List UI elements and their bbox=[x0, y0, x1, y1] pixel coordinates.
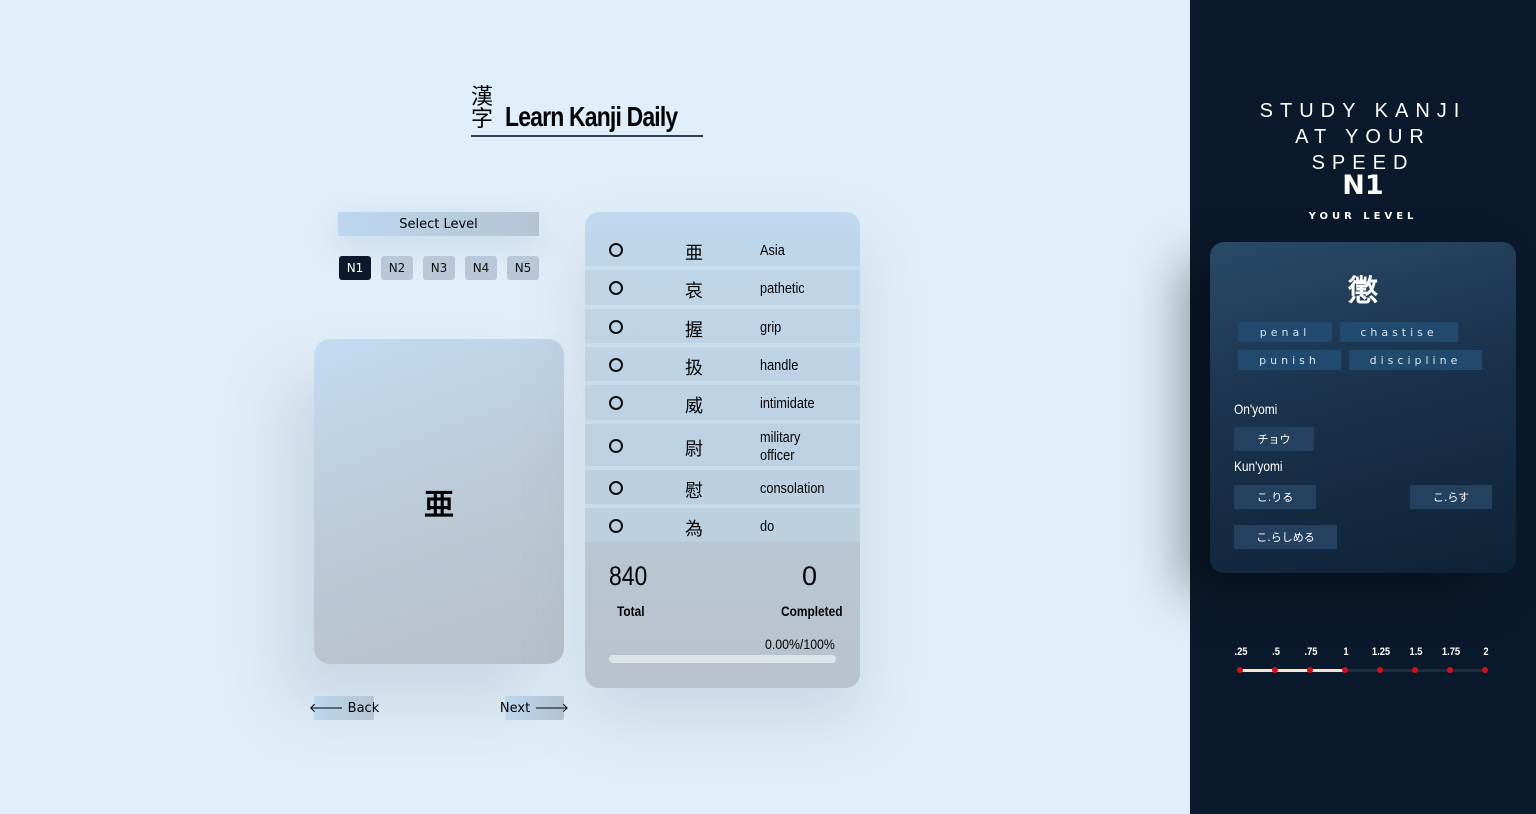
circle-icon[interactable] bbox=[609, 396, 623, 410]
list-item-kanji: 哀 bbox=[685, 281, 703, 302]
list-item[interactable]: 哀 pathetic bbox=[585, 270, 860, 309]
kunyomi-reading: こ.らしめる bbox=[1234, 525, 1337, 549]
level-selector: N1 N2 N3 N4 N5 bbox=[339, 256, 539, 280]
list-item[interactable]: 亜 Asia bbox=[585, 232, 860, 270]
kunyomi-reading: こ.りる bbox=[1234, 485, 1316, 509]
kanji-list-panel: 亜 Asia 哀 pathetic 握 grip 扱 handle 威 inti… bbox=[585, 212, 860, 688]
sidebar: STUDY KANJI AT YOUR SPEED N1 YOUR LEVEL … bbox=[1190, 0, 1536, 814]
list-item-meaning: military officer bbox=[760, 429, 801, 464]
list-item[interactable]: 扱 handle bbox=[585, 347, 860, 385]
next-button-label: Next bbox=[499, 700, 531, 716]
speed-label[interactable]: 1.5 bbox=[1409, 646, 1422, 658]
speed-label[interactable]: 1.25 bbox=[1372, 646, 1390, 658]
list-item-meaning: Asia bbox=[760, 242, 785, 259]
app-header: 漢字 Learn Kanji Daily bbox=[471, 87, 703, 137]
level-button-n4[interactable]: N4 bbox=[465, 256, 497, 280]
list-item[interactable]: 尉 military officer bbox=[585, 424, 860, 470]
list-item-meaning: handle bbox=[760, 357, 799, 374]
list-item-kanji: 扱 bbox=[685, 358, 703, 379]
speed-label[interactable]: .75 bbox=[1304, 646, 1317, 658]
kanji-list: 亜 Asia 哀 pathetic 握 grip 扱 handle 威 inti… bbox=[585, 232, 860, 542]
circle-icon[interactable] bbox=[609, 281, 623, 295]
list-item-meaning: intimidate bbox=[760, 395, 815, 412]
speed-stop-dot[interactable] bbox=[1377, 667, 1383, 673]
circle-icon[interactable] bbox=[609, 519, 623, 533]
detail-kanji: 懲 bbox=[1348, 274, 1378, 309]
back-button[interactable]: 🡐 Back bbox=[309, 696, 379, 720]
speed-label[interactable]: 1.75 bbox=[1442, 646, 1460, 658]
kunyomi-reading: こ.らす bbox=[1410, 485, 1492, 509]
total-label: Total bbox=[617, 603, 645, 619]
kanji-detail-card: 懲 penal chastise punish discipline On'yo… bbox=[1210, 242, 1516, 573]
onyomi-label: On'yomi bbox=[1234, 401, 1278, 417]
meaning-chip: penal bbox=[1238, 322, 1332, 342]
speed-slider-fill bbox=[1240, 669, 1345, 672]
list-item[interactable]: 威 intimidate bbox=[585, 385, 860, 424]
list-item-kanji: 握 bbox=[685, 320, 703, 341]
list-item-kanji: 為 bbox=[685, 519, 703, 540]
speed-stop-dot[interactable] bbox=[1342, 667, 1348, 673]
header-kanji: 漢字 bbox=[471, 85, 494, 132]
arrow-left-icon: 🡐 bbox=[308, 701, 344, 716]
page-title: Learn Kanji Daily bbox=[505, 101, 678, 132]
level-button-n3[interactable]: N3 bbox=[423, 256, 455, 280]
flashcard[interactable]: 亜 bbox=[314, 339, 564, 664]
circle-icon[interactable] bbox=[609, 439, 623, 453]
list-item-kanji: 威 bbox=[685, 396, 703, 417]
progress-percent: 0.00%/100% bbox=[765, 636, 835, 652]
circle-icon[interactable] bbox=[609, 243, 623, 257]
list-item[interactable]: 慰 consolation bbox=[585, 470, 860, 508]
speed-stop-dot[interactable] bbox=[1272, 667, 1278, 673]
kunyomi-label: Kun'yomi bbox=[1234, 458, 1283, 474]
your-level-value: N1 bbox=[1342, 170, 1384, 201]
list-item-meaning: pathetic bbox=[760, 280, 805, 297]
your-level-label: YOUR LEVEL bbox=[1308, 211, 1418, 222]
total-count: 840 bbox=[609, 561, 648, 591]
tagline: STUDY KANJI AT YOUR SPEED bbox=[1259, 100, 1467, 174]
list-item[interactable]: 為 do bbox=[585, 508, 860, 542]
arrow-right-icon: 🡒 bbox=[534, 701, 570, 716]
speed-label[interactable]: 2 bbox=[1483, 646, 1488, 658]
speed-stop-dot[interactable] bbox=[1237, 667, 1243, 673]
speed-stop-dot[interactable] bbox=[1447, 667, 1453, 673]
circle-icon[interactable] bbox=[609, 481, 623, 495]
list-item-meaning: grip bbox=[760, 319, 782, 336]
level-button-n5[interactable]: N5 bbox=[507, 256, 539, 280]
progress-bar bbox=[609, 655, 836, 663]
completed-count: 0 bbox=[802, 561, 818, 591]
list-item-kanji: 亜 bbox=[685, 243, 703, 264]
back-button-label: Back bbox=[347, 700, 380, 716]
speed-label[interactable]: .25 bbox=[1234, 646, 1247, 658]
level-button-n1[interactable]: N1 bbox=[339, 256, 371, 280]
meaning-chip: punish bbox=[1238, 350, 1341, 370]
completed-label: Completed bbox=[781, 603, 843, 619]
list-item-kanji: 慰 bbox=[685, 481, 703, 502]
level-button-n2[interactable]: N2 bbox=[381, 256, 413, 280]
flashcard-kanji: 亜 bbox=[424, 487, 454, 523]
circle-icon[interactable] bbox=[609, 320, 623, 334]
speed-stop-dot[interactable] bbox=[1412, 667, 1418, 673]
list-item[interactable]: 握 grip bbox=[585, 309, 860, 347]
meaning-chip: discipline bbox=[1349, 350, 1482, 370]
speed-stop-dot[interactable] bbox=[1482, 667, 1488, 673]
circle-icon[interactable] bbox=[609, 358, 623, 372]
list-item-meaning: do bbox=[760, 518, 775, 535]
speed-label[interactable]: .5 bbox=[1272, 646, 1280, 658]
onyomi-reading: チョウ bbox=[1234, 427, 1314, 451]
list-item-meaning: consolation bbox=[760, 480, 825, 497]
meaning-chip: chastise bbox=[1340, 322, 1458, 342]
list-item-kanji: 尉 bbox=[685, 439, 703, 460]
next-button[interactable]: Next 🡒 bbox=[500, 696, 569, 720]
speed-label[interactable]: 1 bbox=[1343, 646, 1348, 658]
speed-stop-dot[interactable] bbox=[1307, 667, 1313, 673]
select-level-label: Select Level bbox=[338, 212, 539, 236]
